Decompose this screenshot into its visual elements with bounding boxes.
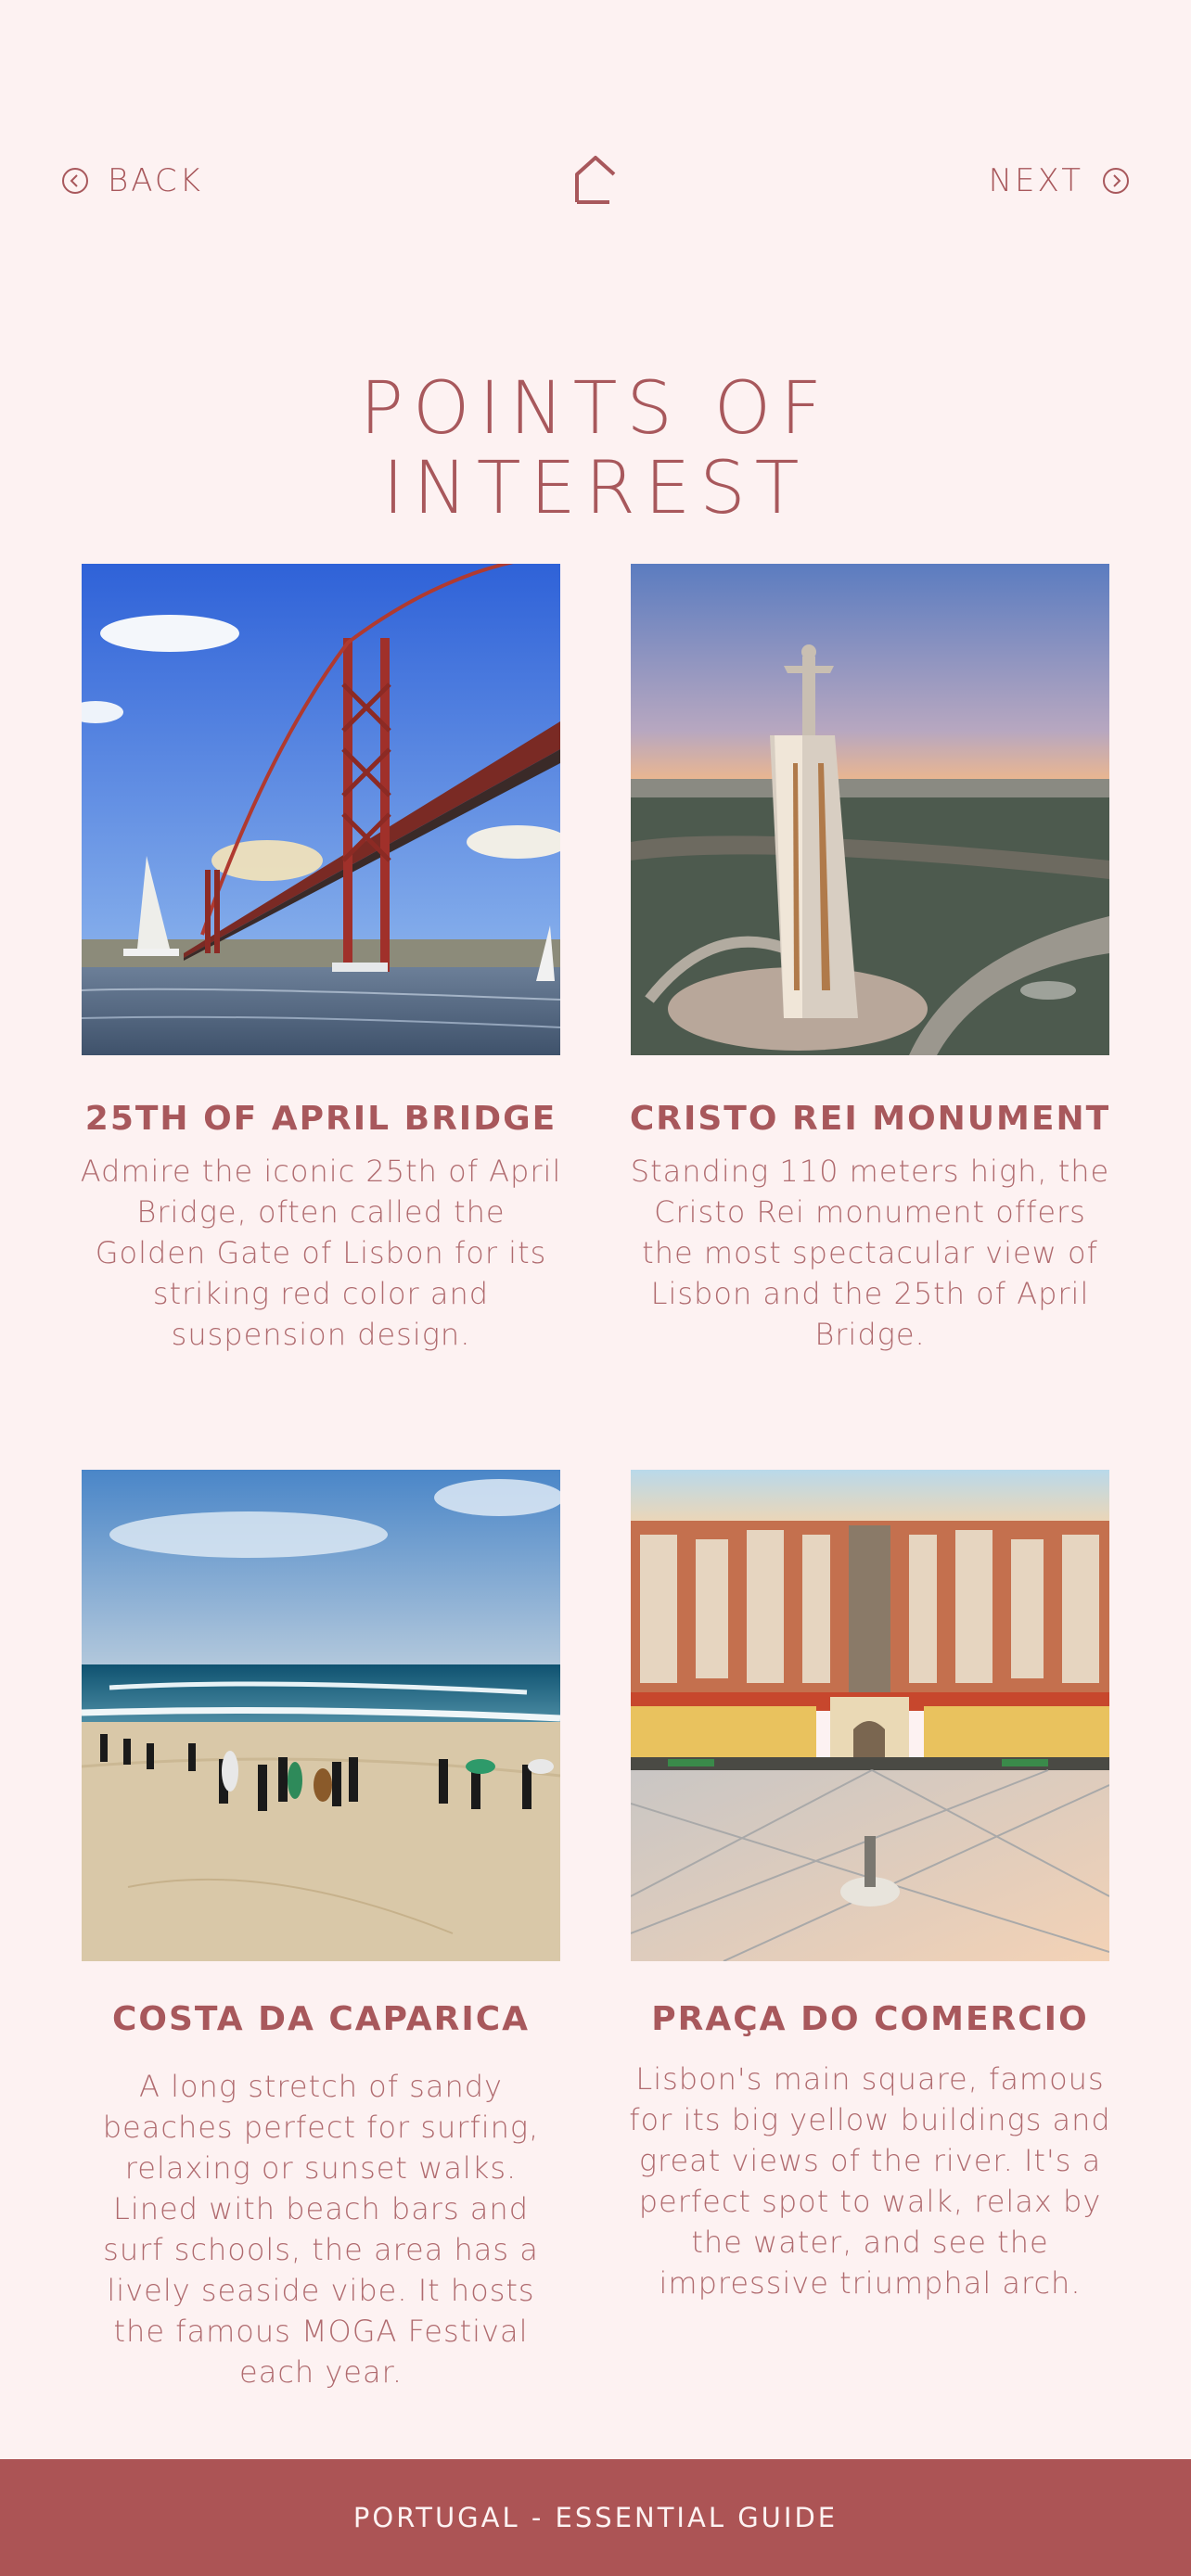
praca-do-comercio-photo: [631, 1470, 1109, 1961]
card-description: Lisbon's main square, famous for its big…: [629, 2061, 1111, 2301]
home-icon[interactable]: [572, 154, 619, 206]
chevron-right-circle-icon: [1103, 168, 1129, 194]
next-button[interactable]: NEXT: [989, 158, 1130, 204]
poi-card-bridge[interactable]: 25TH OF APRIL BRIDGE Admire the iconic 2…: [80, 564, 562, 1355]
next-label: NEXT: [988, 162, 1083, 199]
card-description: A long stretch of sandy beaches perfect …: [102, 2069, 540, 2390]
chevron-left-circle-icon: [62, 168, 88, 194]
back-button[interactable]: BACK: [61, 158, 203, 204]
page-title: POINTS OF INTEREST: [0, 369, 1191, 529]
footer-bar: PORTUGAL - ESSENTIAL GUIDE: [0, 2459, 1191, 2576]
card-description: Admire the iconic 25th of April Bridge, …: [80, 1154, 562, 1352]
back-label: BACK: [108, 162, 203, 199]
card-title: 25TH OF APRIL BRIDGE: [84, 1100, 557, 1138]
footer-text: PORTUGAL - ESSENTIAL GUIDE: [352, 2502, 839, 2533]
card-title: CRISTO REI MONUMENT: [629, 1100, 1111, 1138]
poi-card-costa-da-caparica[interactable]: COSTA DA CAPARICA A long stretch of sand…: [80, 1470, 562, 2392]
costa-da-caparica-photo: [82, 1470, 560, 1961]
page-title-line-1: POINTS OF: [360, 367, 831, 451]
card-description: Standing 110 meters high, the Cristo Rei…: [630, 1154, 1110, 1352]
page-title-line-2: INTEREST: [382, 447, 809, 530]
card-title: COSTA DA CAPARICA: [111, 2000, 530, 2038]
poi-card-praca-do-comercio[interactable]: PRAÇA DO COMERCIO Lisbon's main square, …: [629, 1470, 1111, 2303]
top-navigation: BACK NEXT: [0, 156, 1191, 204]
bridge-photo: [82, 564, 560, 1055]
card-title: PRAÇA DO COMERCIO: [651, 2000, 1089, 2038]
cristo-rei-photo: [631, 564, 1109, 1055]
poi-card-cristo-rei[interactable]: CRISTO REI MONUMENT Standing 110 meters …: [629, 564, 1111, 1355]
